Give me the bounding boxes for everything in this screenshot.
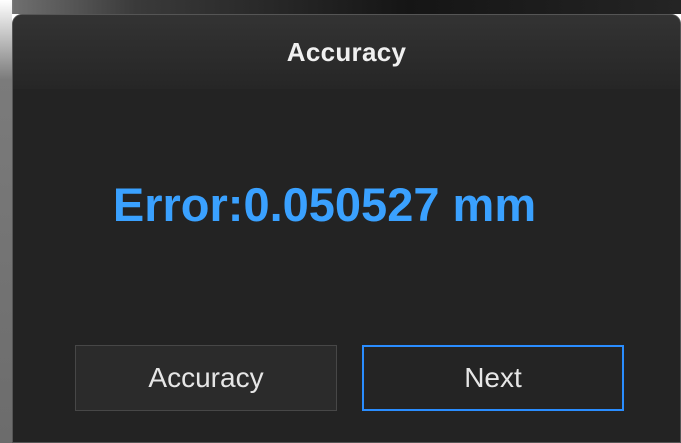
next-button[interactable]: Next (362, 345, 624, 411)
dialog-title: Accuracy (286, 36, 407, 67)
error-value: Error:0.050527 mm (112, 177, 537, 231)
background-top-strip (0, 0, 681, 14)
accuracy-button[interactable]: Accuracy (75, 345, 337, 411)
title-bar: Accuracy (13, 15, 680, 89)
